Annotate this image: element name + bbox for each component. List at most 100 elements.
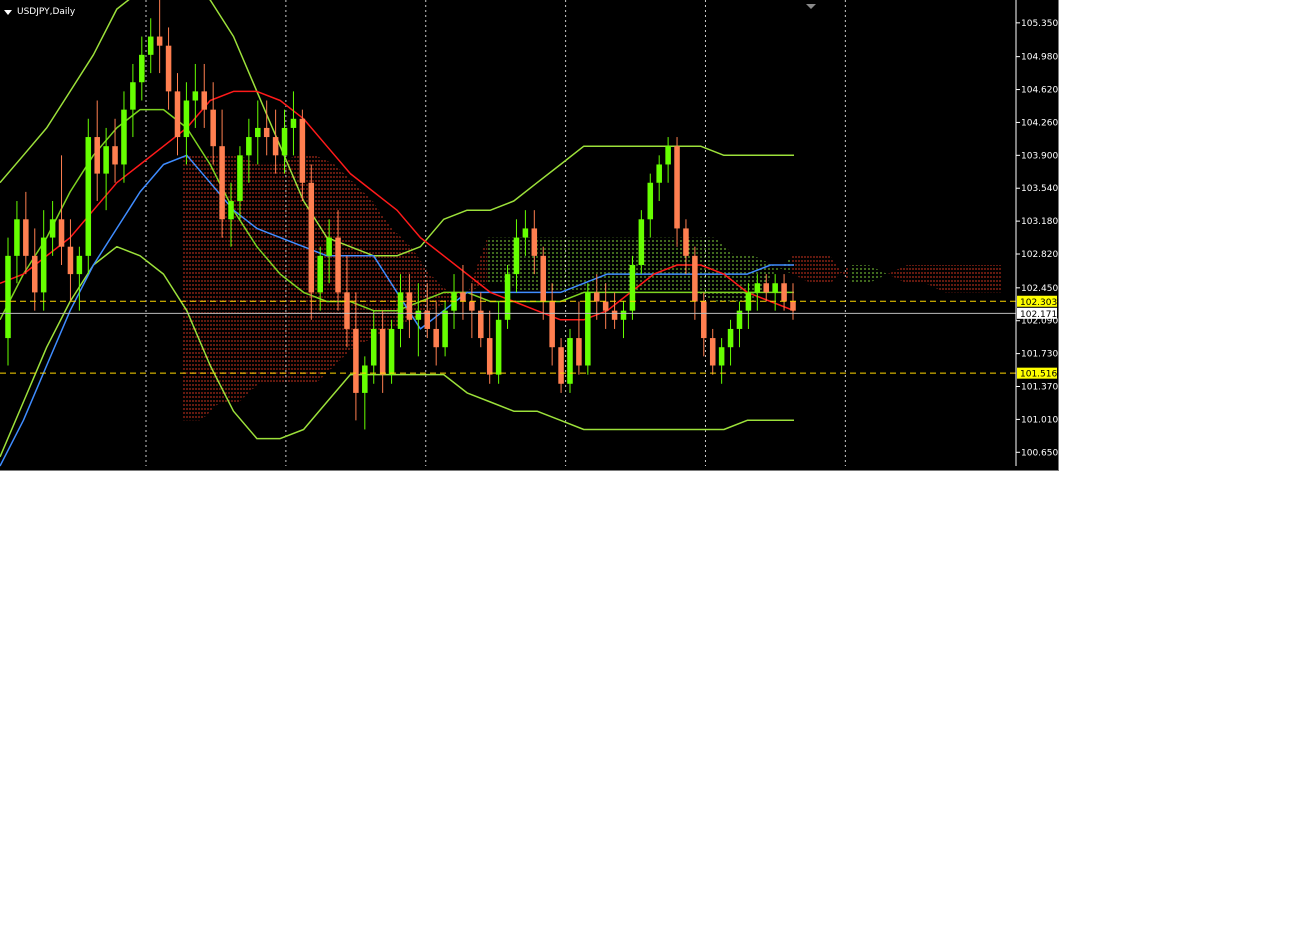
candle	[576, 301, 582, 375]
candle	[40, 210, 47, 311]
candle	[174, 73, 181, 156]
candle	[629, 255, 636, 320]
candle	[585, 283, 591, 375]
candle	[781, 274, 787, 311]
candle	[495, 301, 502, 384]
chart-window[interactable]: USDJPY,Daily 100.650 101.010 101.370 101.73…	[0, 0, 1059, 471]
candle-body	[121, 109, 127, 165]
candle	[165, 27, 172, 110]
cloud-segment	[925, 264, 945, 293]
candle-body	[415, 310, 422, 320]
price-tick-label: 102.820	[1021, 250, 1058, 260]
candle-body	[263, 127, 270, 138]
cloud-segment	[544, 237, 564, 293]
cloud-segment	[277, 155, 297, 384]
candle-body	[58, 219, 65, 247]
indicator-lines	[0, 0, 795, 467]
price-tick-label: 101.010	[1021, 415, 1058, 425]
dropdown-arrow-icon[interactable]	[4, 9, 12, 15]
candle-body	[362, 365, 368, 393]
candle-body	[781, 283, 787, 302]
candle	[219, 109, 225, 238]
candle-body	[549, 301, 555, 348]
price-tick-label: 103.180	[1021, 217, 1058, 227]
candle-body	[593, 292, 600, 302]
candle-body	[718, 347, 725, 366]
candle-body	[790, 301, 796, 311]
candle-body	[40, 237, 47, 293]
candle	[272, 109, 279, 174]
candle-body	[531, 228, 538, 256]
candle-body	[754, 283, 761, 293]
candle-body	[219, 146, 225, 220]
candle-body	[308, 182, 315, 293]
candle-body	[433, 328, 439, 348]
ichimoku-cloud	[182, 155, 1002, 421]
candle	[549, 283, 555, 366]
chart-title-bar[interactable]: USDJPY,Daily	[4, 5, 75, 19]
chart-shift-marker-icon[interactable]	[806, 4, 816, 9]
candle-body	[709, 338, 716, 366]
candle-body	[772, 283, 778, 293]
candle-body	[228, 201, 234, 220]
candle-body	[460, 292, 466, 302]
candle	[192, 63, 199, 128]
candle-body	[139, 54, 145, 83]
candle	[183, 82, 190, 165]
candle-body	[85, 137, 92, 256]
candle	[388, 319, 395, 384]
candle	[94, 100, 100, 202]
candle	[210, 82, 216, 165]
candle-body	[665, 146, 671, 165]
candle-body	[567, 338, 573, 384]
cloud-segment	[258, 164, 278, 384]
candle	[5, 237, 11, 366]
candle-body	[727, 328, 734, 348]
candle	[656, 155, 662, 202]
price-tick-label: 101.730	[1021, 350, 1058, 360]
candle	[23, 191, 29, 275]
candle-body	[353, 328, 359, 393]
candle	[31, 228, 38, 311]
candle-body	[397, 292, 404, 329]
price-tick-label: 104.620	[1021, 86, 1058, 96]
price-tick-label: 103.900	[1021, 151, 1058, 161]
candle-body	[442, 310, 448, 348]
price-tick-label: 104.260	[1021, 118, 1058, 128]
candle-body	[406, 292, 413, 320]
candle	[433, 301, 439, 366]
candle-body	[656, 164, 662, 183]
price-tick-label: 105.350	[1021, 19, 1058, 29]
candle	[290, 91, 297, 156]
candle-body	[174, 91, 181, 138]
candle	[567, 328, 573, 393]
price-tick-label: 100.650	[1021, 448, 1058, 458]
candle-body	[94, 137, 100, 174]
candle-body	[388, 328, 395, 375]
candle	[85, 118, 92, 275]
candle	[674, 137, 680, 247]
cloud-segment	[887, 264, 907, 284]
candle-body	[540, 255, 546, 302]
candle	[665, 137, 671, 183]
candle-body	[469, 301, 475, 311]
candle	[611, 292, 618, 329]
candle-body	[370, 328, 377, 366]
candle-body	[246, 137, 252, 156]
candle-body	[165, 45, 172, 92]
candle-body	[558, 347, 564, 384]
candle	[49, 201, 56, 256]
candle-body	[647, 182, 654, 220]
candle-body	[272, 137, 279, 156]
level-price-label: 102.303	[1020, 298, 1057, 308]
candle	[156, 0, 163, 74]
candle	[709, 328, 716, 375]
chart-title: USDJPY,Daily	[17, 7, 76, 17]
candle	[58, 155, 65, 265]
price-tick-label: 101.370	[1021, 383, 1058, 393]
candle	[67, 219, 74, 302]
candle-body	[210, 109, 216, 147]
candle-body	[692, 255, 698, 302]
cloud-segment	[658, 237, 678, 293]
chart-plot[interactable]: 100.650101.010101.370101.730102.090102.4…	[0, 0, 1058, 470]
